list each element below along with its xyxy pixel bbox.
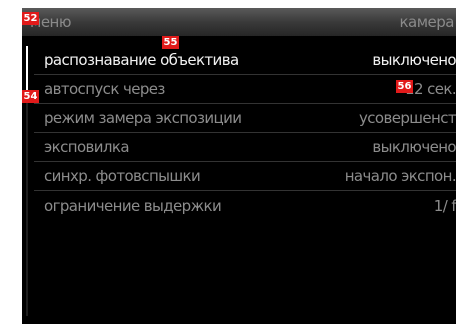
callout-marker-55: 55 [162, 36, 179, 49]
callout-marker-54: 54 [22, 90, 39, 103]
menu-item-label: распознавание объектива [44, 51, 239, 69]
tab-camera[interactable]: камера [399, 13, 454, 31]
menu-item-value: выключено [372, 138, 456, 156]
menu-item-label: эксповилка [44, 138, 130, 156]
menu-item-self-timer[interactable]: автоспуск через 12 сек. [34, 75, 456, 104]
menu-item-label: ограничение выдержки [44, 196, 222, 215]
callout-marker-56: 56 [396, 80, 413, 93]
menu-item-exposure-bracketing[interactable]: эксповилка выключено [34, 133, 456, 162]
menu-item-shutter-limit[interactable]: ограничение выдержки 1/ f [34, 191, 456, 220]
menu-item-label: режим замера экспозиции [44, 109, 242, 127]
menu-item-lens-detection[interactable]: распознавание объектива выключено [34, 46, 456, 75]
menu-item-value: усовершенст [358, 109, 456, 127]
menu-item-label: автоспуск через [44, 80, 165, 98]
camera-menu-screen: меню камера распознавание объектива выкл… [22, 8, 456, 324]
menu-item-flash-sync[interactable]: синхр. фотовспышки начало экспон. [34, 162, 456, 191]
callout-marker-52: 52 [22, 12, 39, 25]
menu-item-label: синхр. фотовспышки [44, 167, 201, 185]
menu-item-value: 1/ f [433, 196, 456, 215]
menu-item-metering-mode[interactable]: режим замера экспозиции усовершенст [34, 104, 456, 133]
menu-header: меню камера [22, 8, 456, 36]
menu-list: распознавание объектива выключено автосп… [22, 46, 456, 220]
menu-item-value: выключено [372, 51, 456, 69]
menu-item-value: начало экспон. [344, 167, 456, 185]
